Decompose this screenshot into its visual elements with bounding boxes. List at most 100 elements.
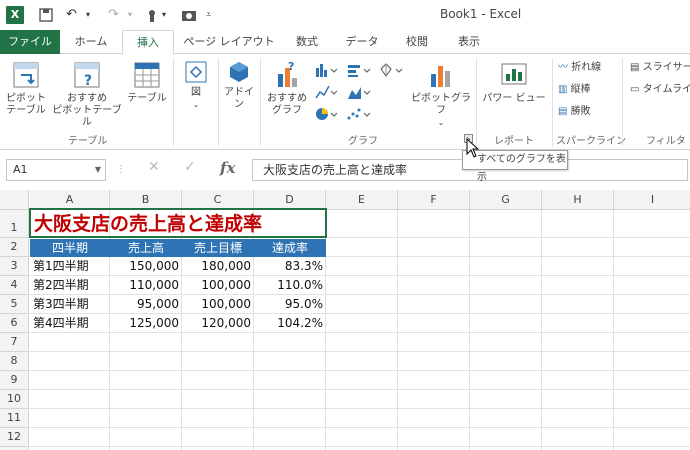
save-icon[interactable] (38, 5, 54, 25)
touch-dropdown-icon[interactable]: ▾ (162, 5, 166, 25)
pivot-chart-button[interactable]: ピボットグラフ ⌄ (408, 60, 474, 129)
data-cell[interactable]: 95.0% (254, 295, 326, 314)
worksheet-grid[interactable]: ABCDEFGHI 12345678910111213 大阪支店の売上高と達成率… (0, 190, 690, 450)
column-header-d[interactable]: D (254, 190, 326, 210)
data-cell[interactable]: 第3四半期 (33, 295, 110, 314)
row-header-9[interactable]: 9 (0, 371, 29, 390)
row-header-11[interactable]: 11 (0, 409, 29, 428)
pivot-table-button[interactable]: ピボット テーブル (4, 60, 48, 117)
recommended-pivot-button[interactable]: ? おすすめ ピボットテーブル (50, 60, 124, 129)
data-cell[interactable]: 125,000 (110, 314, 182, 333)
data-cell[interactable]: 第4四半期 (33, 314, 110, 333)
tab-view[interactable]: 表示 (446, 30, 492, 54)
pivot-chart-icon (431, 66, 450, 87)
column-chart-icon[interactable] (314, 62, 338, 78)
row-header-7[interactable]: 7 (0, 333, 29, 352)
enter-icon[interactable]: ✓ (184, 159, 196, 181)
header-cell-rate[interactable]: 達成率 (254, 239, 326, 257)
data-cell[interactable]: 180,000 (182, 257, 254, 276)
customize-qat-icon[interactable]: ⩡ (206, 5, 211, 25)
power-view-button[interactable]: パワー ビュー (480, 60, 548, 105)
table-icon (134, 62, 160, 88)
data-cell[interactable]: 120,000 (182, 314, 254, 333)
group-label-charts: グラフ (348, 136, 378, 147)
tab-insert[interactable]: 挿入 (122, 30, 174, 55)
addins-button[interactable]: アドイ ン (222, 60, 256, 111)
illustrations-label: 図 (191, 87, 201, 98)
redo-icon[interactable]: ↷ (108, 5, 119, 25)
power-view-icon (501, 63, 527, 85)
recommended-charts-label-2: グラフ (272, 105, 302, 116)
timeline-button[interactable]: ▭ タイムライン (630, 82, 690, 98)
data-cell[interactable]: 150,000 (110, 257, 182, 276)
radar-chart-icon[interactable] (378, 62, 404, 78)
tab-formulas[interactable]: 数式 (284, 30, 330, 54)
data-cell[interactable]: 100,000 (182, 276, 254, 295)
column-header-a[interactable]: A (30, 190, 110, 210)
undo-icon[interactable]: ↶ (66, 5, 77, 25)
cancel-icon[interactable]: ✕ (148, 159, 160, 181)
select-all-button[interactable] (0, 190, 29, 210)
tab-page-layout[interactable]: ページ レイアウト (180, 30, 278, 54)
data-cell[interactable]: 95,000 (110, 295, 182, 314)
data-cell[interactable]: 83.3% (254, 257, 326, 276)
name-box[interactable]: A1 ▼ (6, 159, 106, 181)
illustrations-button[interactable]: 図 ⌄ (178, 60, 214, 111)
row-header-10[interactable]: 10 (0, 390, 29, 409)
row-header-12[interactable]: 12 (0, 428, 29, 447)
recommended-charts-label-1: おすすめ (267, 93, 307, 104)
column-header-f[interactable]: F (398, 190, 470, 210)
tab-file[interactable]: ファイル (0, 30, 60, 54)
column-header-e[interactable]: E (326, 190, 398, 210)
column-header-c[interactable]: C (182, 190, 254, 210)
column-header-i[interactable]: I (614, 190, 690, 210)
group-separator (622, 58, 623, 146)
redo-dropdown-icon[interactable]: ▾ (128, 5, 132, 25)
undo-dropdown-icon[interactable]: ▾ (86, 5, 90, 25)
recommended-charts-button[interactable]: ? おすすめ グラフ (262, 60, 312, 117)
tab-data[interactable]: データ (336, 30, 388, 54)
gridline (30, 370, 690, 371)
table-button[interactable]: テーブル (124, 60, 170, 105)
data-cell[interactable]: 第1四半期 (33, 257, 110, 276)
data-cell[interactable]: 第2四半期 (33, 276, 110, 295)
group-separator (260, 58, 261, 146)
row-header-1[interactable]: 1 (0, 210, 29, 238)
data-cell[interactable]: 110,000 (110, 276, 182, 295)
illustrations-icon (185, 61, 207, 83)
illustrations-dropdown-icon: ⌄ (192, 100, 200, 109)
header-cell-quarter[interactable]: 四半期 (30, 239, 110, 257)
row-header-8[interactable]: 8 (0, 352, 29, 371)
bar-chart-icon[interactable] (314, 84, 338, 100)
tab-home[interactable]: ホーム (66, 30, 116, 54)
touch-mode-icon[interactable] (144, 5, 160, 25)
row-header-5[interactable]: 5 (0, 295, 29, 314)
tab-review[interactable]: 校閲 (394, 30, 440, 54)
name-box-dropdown-icon[interactable]: ▼ (95, 160, 101, 180)
gridline (541, 210, 542, 450)
pivot-table-label-1: ピボット (6, 93, 46, 104)
column-header-g[interactable]: G (470, 190, 542, 210)
column-header-h[interactable]: H (542, 190, 614, 210)
header-cell-sales[interactable]: 売上高 (110, 239, 182, 257)
sparkline-winloss-button[interactable]: ▤ 勝敗 (558, 104, 591, 120)
header-cell-target[interactable]: 売上目標 (182, 239, 254, 257)
area-chart-icon[interactable] (346, 84, 372, 100)
line-chart-icon[interactable] (346, 62, 372, 78)
data-cell[interactable]: 110.0% (254, 276, 326, 295)
row-header-2[interactable]: 2 (0, 238, 29, 257)
insert-function-icon[interactable]: fx (220, 159, 235, 177)
row-header-4[interactable]: 4 (0, 276, 29, 295)
scatter-chart-icon[interactable] (346, 106, 372, 122)
data-cell[interactable]: 104.2% (254, 314, 326, 333)
sparkline-column-button[interactable]: ▥ 縦棒 (558, 82, 591, 98)
sparkline-line-button[interactable]: 〰 折れ線 (558, 60, 601, 76)
column-header-b[interactable]: B (110, 190, 182, 210)
data-cell[interactable]: 100,000 (182, 295, 254, 314)
gridline (30, 446, 690, 447)
row-header-6[interactable]: 6 (0, 314, 29, 333)
slicer-button[interactable]: ▤ スライサー (630, 60, 690, 76)
camera-icon[interactable] (180, 5, 198, 25)
row-header-3[interactable]: 3 (0, 257, 29, 276)
pie-chart-icon[interactable] (314, 106, 338, 122)
